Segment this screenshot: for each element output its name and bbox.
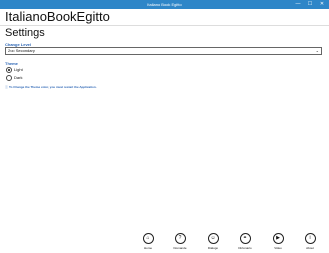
window-title: Italiano Book Egitto bbox=[147, 2, 182, 7]
about-label: About bbox=[306, 246, 314, 250]
minimize-button[interactable]: — bbox=[293, 0, 303, 9]
info-icon: ⓘ bbox=[5, 85, 9, 89]
window-controls: — ☐ ✕ bbox=[293, 0, 327, 9]
about-icon: i bbox=[304, 233, 316, 244]
level-select-value: 2ND Secondary bbox=[8, 48, 35, 54]
theme-restart-notice: ⓘ To Change the Theme color, you must re… bbox=[5, 85, 97, 89]
link-icon: ⚭ bbox=[239, 233, 251, 244]
info-text: To Change the Theme color, you must rest… bbox=[9, 85, 97, 89]
header-divider bbox=[0, 25, 329, 26]
domande-button[interactable]: ? Domande bbox=[168, 233, 192, 250]
level-name: Secondary bbox=[15, 48, 35, 53]
app-title: ItalianoBookEgitto bbox=[5, 9, 110, 24]
video-icon: ▶ bbox=[272, 233, 284, 244]
level-select[interactable]: 2ND Secondary ⌄ bbox=[5, 47, 322, 55]
theme-option-light[interactable]: Light bbox=[6, 67, 23, 73]
theme-option-dark[interactable]: Dark bbox=[6, 75, 22, 81]
video-label: Video bbox=[274, 246, 282, 250]
about-button[interactable]: i About bbox=[298, 233, 322, 250]
radio-label-light: Light bbox=[14, 67, 23, 72]
maximize-button[interactable]: ☐ bbox=[305, 0, 315, 9]
radio-light[interactable] bbox=[6, 67, 12, 73]
radio-label-dark: Dark bbox=[14, 75, 23, 80]
level-suffix: ND bbox=[10, 49, 15, 53]
home-label: Home bbox=[143, 246, 152, 250]
dizionario-label: Dizionario bbox=[238, 246, 252, 250]
radio-selected-dot bbox=[8, 69, 10, 71]
question-icon: ? bbox=[174, 233, 186, 244]
page-title: Settings bbox=[5, 27, 45, 39]
bottom-app-bar: ⌂ Home ? Domande ☺ Dialogo ⚭ Dizionario … bbox=[0, 223, 329, 253]
chat-icon: ☺ bbox=[207, 233, 219, 244]
dialogo-button[interactable]: ☺ Dialogo bbox=[201, 233, 225, 250]
video-button[interactable]: ▶ Video bbox=[266, 233, 290, 250]
home-button[interactable]: ⌂ Home bbox=[136, 233, 160, 250]
theme-label: Theme bbox=[5, 61, 18, 66]
close-button[interactable]: ✕ bbox=[317, 0, 327, 9]
window-titlebar: Italiano Book Egitto — ☐ ✕ bbox=[0, 0, 329, 9]
dizionario-button[interactable]: ⚭ Dizionario bbox=[233, 233, 257, 250]
domande-label: Domande bbox=[173, 246, 187, 250]
dialogo-label: Dialogo bbox=[207, 246, 219, 250]
chevron-down-icon: ⌄ bbox=[315, 48, 319, 53]
home-icon: ⌂ bbox=[142, 233, 154, 244]
radio-dark[interactable] bbox=[6, 75, 12, 81]
